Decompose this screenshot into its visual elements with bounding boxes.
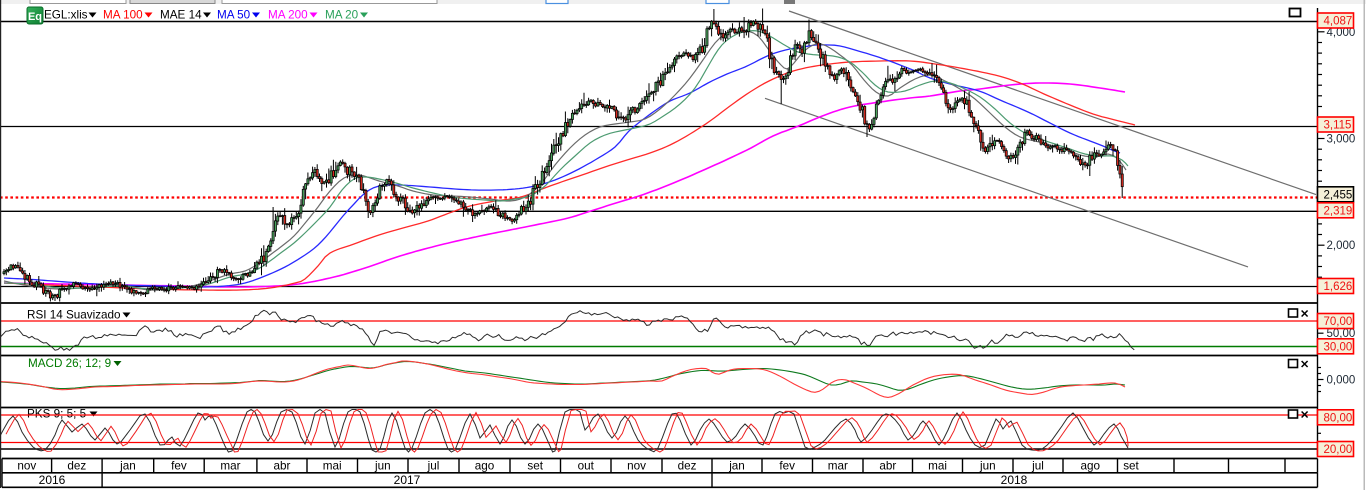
svg-text:mar: mar: [828, 460, 848, 473]
svg-text:MAE 14: MAE 14: [160, 9, 202, 22]
svg-text:MA 200: MA 200: [268, 9, 308, 22]
svg-text:2018: 2018: [1001, 473, 1028, 487]
svg-text:set: set: [527, 460, 543, 473]
svg-text:3,115: 3,115: [1324, 120, 1352, 132]
svg-text:dez: dez: [678, 460, 697, 473]
svg-text:Eq: Eq: [28, 11, 42, 23]
svg-text:EGL:xlis: EGL:xlis: [44, 9, 88, 22]
svg-text:0,000: 0,000: [1327, 375, 1356, 387]
svg-text:abr: abr: [879, 460, 896, 473]
svg-text:80,00: 80,00: [1324, 413, 1353, 425]
svg-text:abr: abr: [273, 460, 290, 473]
svg-text:70,00: 70,00: [1324, 316, 1353, 328]
svg-text:fev: fev: [171, 460, 187, 473]
svg-text:jan: jan: [728, 460, 745, 473]
svg-text:✕: ✕: [1300, 359, 1309, 371]
svg-text:2,000: 2,000: [1327, 240, 1356, 252]
svg-text:jul: jul: [427, 460, 440, 473]
svg-text:nov: nov: [627, 460, 646, 473]
svg-text:MA 20: MA 20: [325, 9, 359, 22]
svg-text:ago: ago: [475, 460, 495, 473]
svg-text:MA 50: MA 50: [217, 9, 251, 22]
svg-text:jun: jun: [374, 460, 391, 473]
svg-text:2,455: 2,455: [1324, 190, 1353, 202]
svg-text:✕: ✕: [1300, 410, 1309, 422]
svg-text:mai: mai: [323, 460, 342, 473]
svg-text:set: set: [1123, 460, 1139, 473]
svg-text:dez: dez: [67, 460, 86, 473]
svg-text:mar: mar: [220, 460, 240, 473]
svg-text:30,00: 30,00: [1324, 342, 1353, 354]
svg-text:20,00: 20,00: [1324, 444, 1353, 456]
svg-text:MA 100: MA 100: [103, 9, 143, 22]
svg-text:3,000: 3,000: [1327, 134, 1356, 146]
svg-text:2016: 2016: [39, 473, 66, 487]
svg-text:4,087: 4,087: [1324, 16, 1353, 28]
svg-text:MACD 26; 12; 9: MACD 26; 12; 9: [28, 357, 111, 370]
svg-text:1,626: 1,626: [1324, 281, 1353, 293]
svg-text:✕: ✕: [1300, 309, 1309, 321]
svg-text:nov: nov: [17, 460, 36, 473]
svg-text:fev: fev: [779, 460, 795, 473]
svg-text:ago: ago: [1080, 460, 1100, 473]
svg-text:RSI 14 Suavizado: RSI 14 Suavizado: [27, 309, 121, 322]
svg-text:PKS 9; 5; 5: PKS 9; 5; 5: [27, 408, 87, 421]
svg-text:jan: jan: [119, 460, 136, 473]
svg-text:jul: jul: [1031, 460, 1044, 473]
svg-text:2,319: 2,319: [1324, 206, 1353, 218]
svg-text:out: out: [578, 460, 595, 473]
svg-text:mai: mai: [928, 460, 947, 473]
svg-text:jun: jun: [979, 460, 996, 473]
svg-text:2017: 2017: [394, 473, 421, 487]
